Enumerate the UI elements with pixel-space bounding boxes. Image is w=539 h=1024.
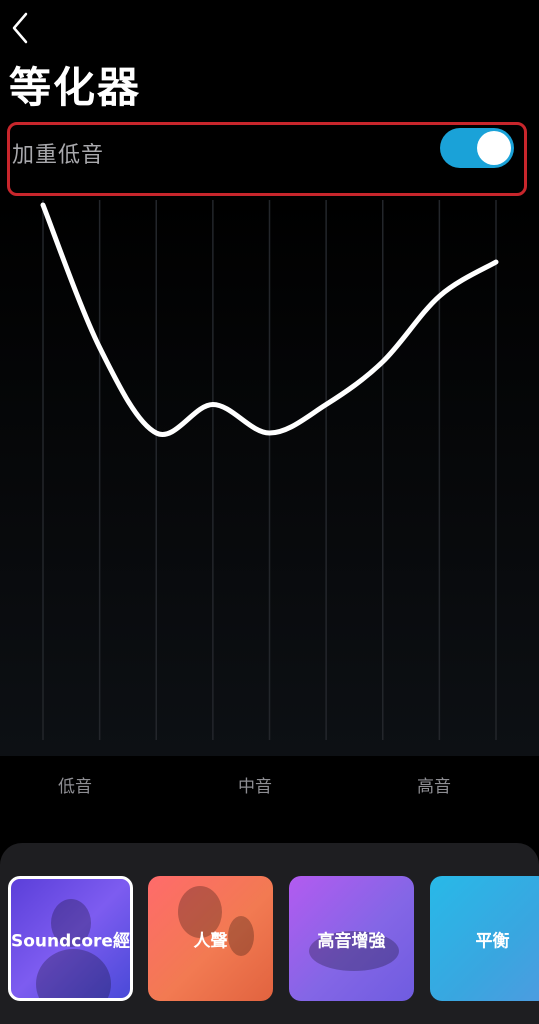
preset-label: 平衡 <box>475 931 510 951</box>
bass-boost-label: 加重低音 <box>12 143 105 168</box>
bass-boost-toggle[interactable] <box>440 128 514 168</box>
preset-label: 人聲 <box>193 931 228 951</box>
band-label-mid: 中音 <box>238 777 272 797</box>
preset-treble-boost[interactable]: 高音增強 <box>289 876 414 1001</box>
toggle-knob <box>477 131 511 165</box>
back-button[interactable] <box>6 10 36 46</box>
preset-vocal[interactable]: 人聲 <box>148 876 273 1001</box>
band-label-bass: 低音 <box>58 777 92 797</box>
bass-boost-row: 加重低音 <box>7 122 527 196</box>
preset-label: Soundcore經典 <box>11 931 130 951</box>
chevron-left-icon <box>12 12 28 44</box>
equalizer-graph[interactable] <box>0 196 539 756</box>
preset-balanced[interactable]: 平衡 <box>430 876 539 1001</box>
preset-panel: Soundcore經典 人聲 高音增強 平衡 <box>0 843 539 1024</box>
preset-soundcore-classic[interactable]: Soundcore經典 <box>8 876 133 1001</box>
band-label-treble: 高音 <box>417 777 451 797</box>
page-title: 等化器 <box>9 63 142 112</box>
preset-label: 高音增強 <box>317 931 386 951</box>
